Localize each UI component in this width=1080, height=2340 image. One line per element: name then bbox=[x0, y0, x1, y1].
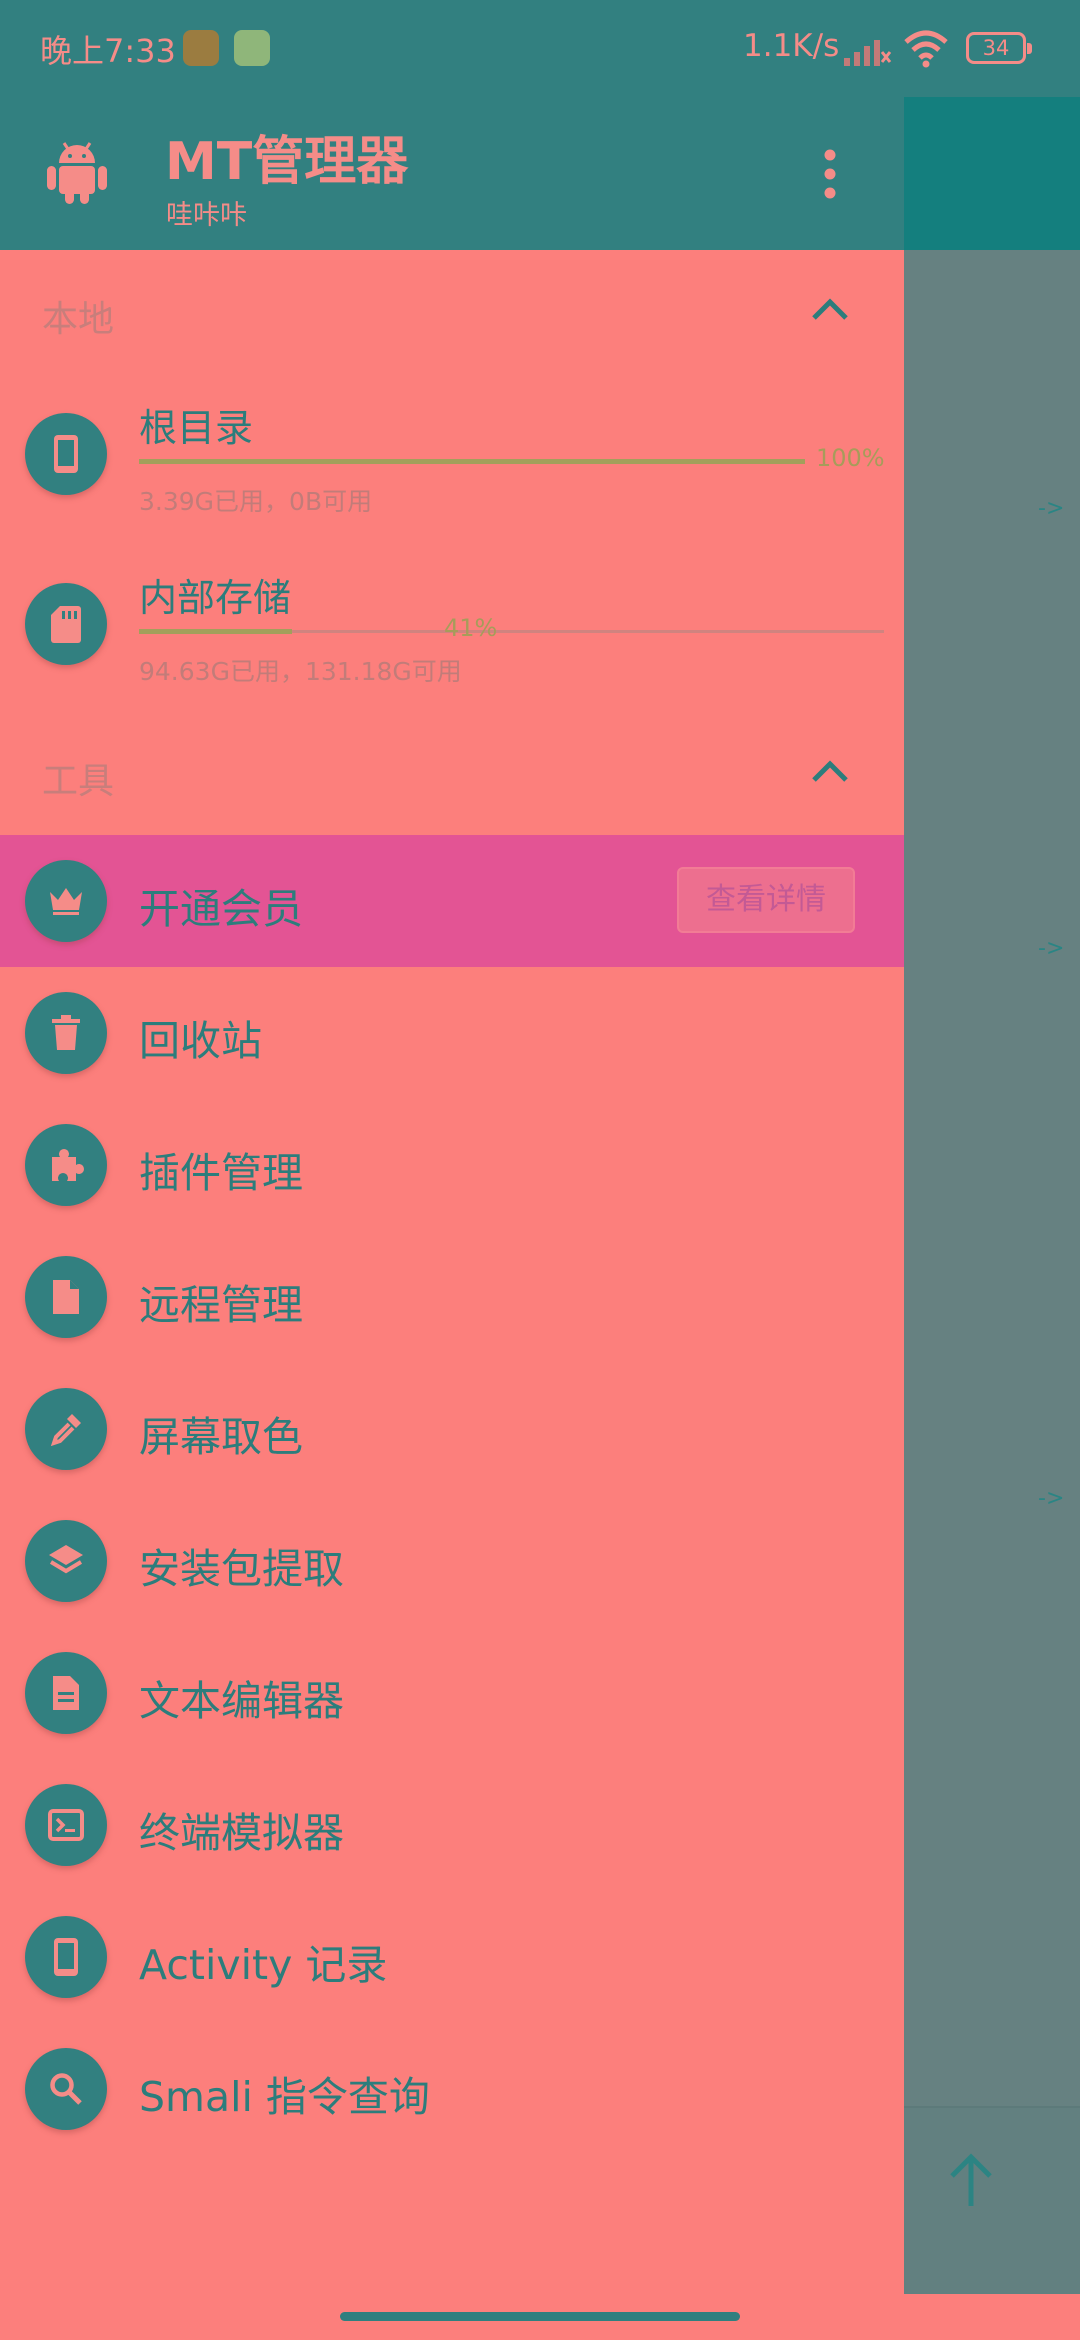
wifi-icon bbox=[904, 30, 948, 68]
wechat-notification-icon bbox=[183, 30, 219, 66]
section-local-header[interactable]: 本地 bbox=[0, 250, 904, 370]
trash-icon bbox=[25, 992, 107, 1074]
layers-icon bbox=[25, 1520, 107, 1602]
tool-item-text-editor[interactable]: 文本编辑器 bbox=[0, 1627, 904, 1759]
storage-item-root[interactable]: 根目录 100% 3.39G已用，0B可用 bbox=[0, 370, 904, 538]
storage-name: 内部存储 bbox=[139, 576, 292, 620]
storage-detail: 94.63G已用，131.18G可用 bbox=[139, 657, 462, 686]
arrow-up-icon[interactable] bbox=[946, 2152, 996, 2208]
storage-detail: 3.39G已用，0B可用 bbox=[139, 487, 373, 516]
main-arrow: -> bbox=[1038, 496, 1065, 521]
phone-icon bbox=[25, 413, 107, 495]
storage-percent: 100% bbox=[816, 444, 885, 472]
tool-item-terminal[interactable]: 终端模拟器 bbox=[0, 1759, 904, 1891]
main-content-background bbox=[904, 97, 1080, 2294]
sd-card-icon bbox=[25, 583, 107, 665]
section-title: 工具 bbox=[42, 761, 115, 802]
signal-icon bbox=[844, 40, 892, 66]
moon-icon[interactable] bbox=[676, 145, 728, 205]
more-vert-icon[interactable] bbox=[822, 149, 838, 199]
section-tools-header[interactable]: 工具 bbox=[0, 712, 904, 832]
tool-label: Activity 记录 bbox=[139, 1941, 388, 1989]
phone-icon bbox=[25, 1916, 107, 1998]
crown-icon bbox=[25, 860, 107, 942]
storage-item-internal[interactable]: 内部存储 41% 94.63G已用，131.18G可用 bbox=[0, 540, 904, 708]
tool-label: 文本编辑器 bbox=[139, 1677, 344, 1725]
tool-item-color-picker[interactable]: 屏幕取色 bbox=[0, 1363, 904, 1495]
search-icon bbox=[25, 2048, 107, 2130]
main-toolbar bbox=[904, 97, 1080, 250]
tool-item-smali-lookup[interactable]: Smali 指令查询 bbox=[0, 2023, 904, 2155]
tool-label: Smali 指令查询 bbox=[139, 2073, 430, 2121]
storage-usage-fill bbox=[139, 629, 292, 634]
storage-usage-fill bbox=[139, 459, 805, 464]
puzzle-icon bbox=[25, 1124, 107, 1206]
battery-icon: 34 bbox=[966, 32, 1032, 64]
android-icon bbox=[47, 142, 107, 204]
tool-label: 终端模拟器 bbox=[139, 1809, 344, 1857]
eyedropper-icon bbox=[25, 1388, 107, 1470]
document-icon bbox=[25, 1652, 107, 1734]
main-arrow: -> bbox=[1038, 936, 1065, 961]
tool-label: 回收站 bbox=[139, 1017, 262, 1065]
tool-item-apk-extract[interactable]: 安装包提取 bbox=[0, 1495, 904, 1627]
storage-percent: 41% bbox=[444, 614, 498, 642]
main-arrow: -> bbox=[1038, 1486, 1065, 1511]
storage-usage-bar bbox=[139, 459, 805, 464]
tool-label: 远程管理 bbox=[139, 1281, 303, 1329]
file-icon bbox=[25, 1256, 107, 1338]
tool-item-remote[interactable]: 远程管理 bbox=[0, 1231, 904, 1363]
app-notification-icon bbox=[234, 30, 270, 66]
chevron-up-icon[interactable] bbox=[810, 758, 850, 784]
network-speed: 1.1K/s bbox=[743, 28, 840, 64]
tool-item-vip[interactable]: 开通会员 查看详情 bbox=[0, 835, 904, 967]
tool-item-activity-log[interactable]: Activity 记录 bbox=[0, 1891, 904, 2023]
storage-name: 根目录 bbox=[139, 406, 254, 450]
section-title: 本地 bbox=[42, 299, 115, 340]
navigation-drawer: 本地 根目录 100% 3.39G已用，0B可用 内部存储 41% 94.63G… bbox=[0, 250, 904, 2294]
app-subtitle: 哇咔咔 bbox=[166, 200, 247, 231]
tool-item-recycle-bin[interactable]: 回收站 bbox=[0, 967, 904, 1099]
chevron-up-icon[interactable] bbox=[810, 296, 850, 322]
tool-label: 安装包提取 bbox=[139, 1545, 344, 1593]
status-bar: 晚上7:33 1.1K/s 34 bbox=[0, 0, 1080, 97]
app-title: MT管理器 bbox=[165, 132, 409, 192]
home-indicator[interactable] bbox=[340, 2312, 740, 2321]
tool-label: 屏幕取色 bbox=[139, 1413, 303, 1461]
tool-label: 插件管理 bbox=[139, 1149, 303, 1197]
status-time: 晚上7:33 bbox=[40, 32, 176, 70]
drawer-header: MT管理器 哇咔咔 bbox=[0, 97, 904, 250]
tool-label: 开通会员 bbox=[139, 885, 303, 933]
view-details-button[interactable]: 查看详情 bbox=[677, 867, 855, 933]
terminal-icon bbox=[25, 1784, 107, 1866]
tool-item-plugins[interactable]: 插件管理 bbox=[0, 1099, 904, 1231]
storage-usage-bar bbox=[139, 629, 884, 634]
